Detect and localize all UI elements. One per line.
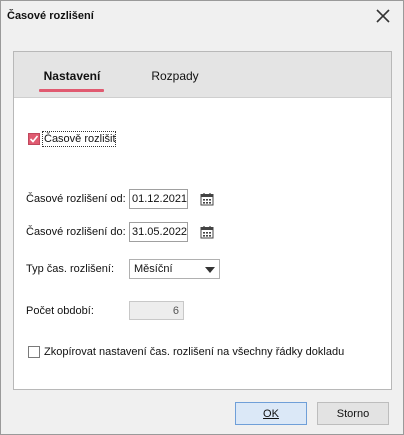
type-select-value: Měsíční: [134, 263, 173, 275]
periods-label: Počet období:: [26, 305, 94, 317]
cancel-button[interactable]: Storno: [317, 402, 389, 425]
tab-bar: Nastavení Rozpady: [14, 52, 391, 98]
date-to-label: Časové rozlišení do:: [26, 226, 126, 238]
dialog-window: Časové rozlišení Nastavení Rozpady Časov…: [0, 0, 404, 435]
periods-input: 6: [129, 301, 184, 320]
type-label: Typ čas. rozlišení:: [26, 263, 115, 275]
tab-rozpady[interactable]: Rozpady: [144, 69, 206, 95]
close-icon: [376, 9, 390, 23]
tab-panel: Nastavení Rozpady Časově rozlišit Časové…: [13, 51, 392, 390]
close-button[interactable]: [373, 6, 393, 26]
date-to-calendar-button[interactable]: [199, 224, 215, 240]
chevron-down-icon: [205, 267, 215, 273]
window-title: Časové rozlišení: [7, 10, 94, 22]
copy-checkbox-label[interactable]: Zkopírovat nastavení čas. rozlišení na v…: [44, 346, 344, 358]
date-from-input[interactable]: 01.12.2021: [129, 189, 188, 209]
date-to-input[interactable]: 31.05.2022: [129, 222, 188, 242]
date-from-label: Časové rozlišení od:: [26, 193, 126, 205]
date-from-calendar-button[interactable]: [199, 191, 215, 207]
type-select[interactable]: Měsíční: [129, 259, 220, 279]
enable-checkbox-label[interactable]: Časově rozlišit: [44, 133, 116, 145]
enable-checkbox[interactable]: [28, 133, 40, 145]
ok-button-label: OK: [263, 408, 279, 420]
title-bar: Časové rozlišení: [1, 1, 403, 32]
active-tab-indicator: [39, 89, 104, 92]
calendar-icon: [200, 193, 214, 206]
calendar-icon: [200, 226, 214, 239]
checkmark-icon: [29, 135, 39, 143]
ok-button[interactable]: OK: [235, 402, 307, 425]
copy-checkbox[interactable]: [28, 346, 40, 358]
